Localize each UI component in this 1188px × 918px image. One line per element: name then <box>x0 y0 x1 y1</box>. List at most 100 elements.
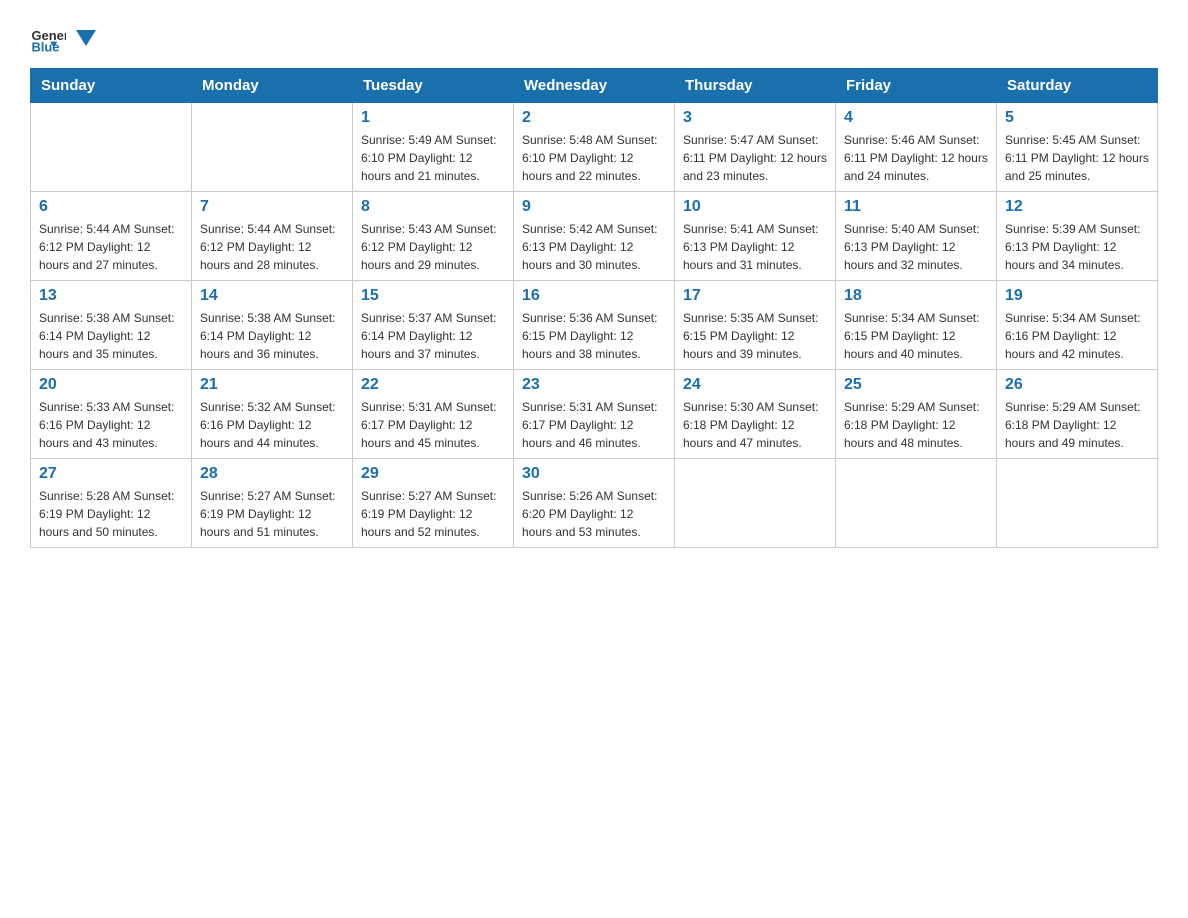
day-number: 5 <box>1005 109 1149 127</box>
day-info: Sunrise: 5:41 AM Sunset: 6:13 PM Dayligh… <box>683 220 827 274</box>
calendar-cell: 7 Sunrise: 5:44 AM Sunset: 6:12 PM Daylig… <box>192 192 353 281</box>
day-number: 6 <box>39 198 183 216</box>
day-info: Sunrise: 5:30 AM Sunset: 6:18 PM Dayligh… <box>683 398 827 452</box>
day-number: 9 <box>522 198 666 216</box>
weekday-header-tuesday: Tuesday <box>353 69 514 103</box>
day-info: Sunrise: 5:26 AM Sunset: 6:20 PM Dayligh… <box>522 487 666 541</box>
weekday-header-friday: Friday <box>836 69 997 103</box>
calendar-body: 1 Sunrise: 5:49 AM Sunset: 6:10 PM Daylig… <box>31 103 1158 548</box>
day-number: 30 <box>522 465 666 483</box>
day-number: 22 <box>361 376 505 394</box>
calendar-cell: 21 Sunrise: 5:32 AM Sunset: 6:16 PM Dayli… <box>192 370 353 459</box>
calendar-cell: 28 Sunrise: 5:27 AM Sunset: 6:19 PM Dayli… <box>192 459 353 548</box>
day-number: 2 <box>522 109 666 127</box>
weekday-header-row: SundayMondayTuesdayWednesdayThursdayFrid… <box>31 69 1158 103</box>
weekday-header-saturday: Saturday <box>997 69 1158 103</box>
calendar-week-row: 13 Sunrise: 5:38 AM Sunset: 6:14 PM Dayli… <box>31 281 1158 370</box>
day-number: 10 <box>683 198 827 216</box>
day-info: Sunrise: 5:34 AM Sunset: 6:15 PM Dayligh… <box>844 309 988 363</box>
day-number: 3 <box>683 109 827 127</box>
day-number: 12 <box>1005 198 1149 216</box>
day-number: 11 <box>844 198 988 216</box>
day-info: Sunrise: 5:38 AM Sunset: 6:14 PM Dayligh… <box>200 309 344 363</box>
day-number: 1 <box>361 109 505 127</box>
calendar-cell: 6 Sunrise: 5:44 AM Sunset: 6:12 PM Daylig… <box>31 192 192 281</box>
calendar-cell: 2 Sunrise: 5:48 AM Sunset: 6:10 PM Daylig… <box>514 103 675 192</box>
day-number: 15 <box>361 287 505 305</box>
calendar-cell: 30 Sunrise: 5:26 AM Sunset: 6:20 PM Dayli… <box>514 459 675 548</box>
day-number: 18 <box>844 287 988 305</box>
calendar-cell <box>192 103 353 192</box>
day-info: Sunrise: 5:31 AM Sunset: 6:17 PM Dayligh… <box>361 398 505 452</box>
calendar-cell: 19Sunrise: 5:34 AM Sunset: 6:16 PM Dayli… <box>997 281 1158 370</box>
day-info: Sunrise: 5:32 AM Sunset: 6:16 PM Dayligh… <box>200 398 344 452</box>
weekday-header-thursday: Thursday <box>675 69 836 103</box>
day-number: 16 <box>522 287 666 305</box>
day-number: 28 <box>200 465 344 483</box>
logo-icon: General Blue <box>30 20 66 56</box>
calendar-cell: 8 Sunrise: 5:43 AM Sunset: 6:12 PM Daylig… <box>353 192 514 281</box>
logo: General Blue <box>30 20 96 56</box>
calendar-cell <box>836 459 997 548</box>
day-number: 27 <box>39 465 183 483</box>
day-info: Sunrise: 5:39 AM Sunset: 6:13 PM Dayligh… <box>1005 220 1149 274</box>
weekday-header-sunday: Sunday <box>31 69 192 103</box>
calendar-week-row: 1 Sunrise: 5:49 AM Sunset: 6:10 PM Daylig… <box>31 103 1158 192</box>
calendar-cell: 15 Sunrise: 5:37 AM Sunset: 6:14 PM Dayli… <box>353 281 514 370</box>
calendar-cell: 20 Sunrise: 5:33 AM Sunset: 6:16 PM Dayli… <box>31 370 192 459</box>
calendar-cell: 14 Sunrise: 5:38 AM Sunset: 6:14 PM Dayli… <box>192 281 353 370</box>
day-number: 20 <box>39 376 183 394</box>
calendar-cell: 16 Sunrise: 5:36 AM Sunset: 6:15 PM Dayli… <box>514 281 675 370</box>
calendar-cell: 23 Sunrise: 5:31 AM Sunset: 6:17 PM Dayli… <box>514 370 675 459</box>
calendar-table: SundayMondayTuesdayWednesdayThursdayFrid… <box>30 68 1158 548</box>
calendar-header: SundayMondayTuesdayWednesdayThursdayFrid… <box>31 69 1158 103</box>
day-info: Sunrise: 5:33 AM Sunset: 6:16 PM Dayligh… <box>39 398 183 452</box>
day-number: 17 <box>683 287 827 305</box>
day-number: 26 <box>1005 376 1149 394</box>
day-number: 14 <box>200 287 344 305</box>
calendar-cell: 26 Sunrise: 5:29 AM Sunset: 6:18 PM Dayli… <box>997 370 1158 459</box>
calendar-cell: 18 Sunrise: 5:34 AM Sunset: 6:15 PM Dayli… <box>836 281 997 370</box>
weekday-header-monday: Monday <box>192 69 353 103</box>
day-info: Sunrise: 5:48 AM Sunset: 6:10 PM Dayligh… <box>522 131 666 185</box>
svg-text:Blue: Blue <box>31 40 59 55</box>
day-info: Sunrise: 5:43 AM Sunset: 6:12 PM Dayligh… <box>361 220 505 274</box>
logo-triangle-icon <box>76 30 96 46</box>
calendar-cell: 9 Sunrise: 5:42 AM Sunset: 6:13 PM Daylig… <box>514 192 675 281</box>
day-info: Sunrise: 5:27 AM Sunset: 6:19 PM Dayligh… <box>361 487 505 541</box>
day-number: 23 <box>522 376 666 394</box>
day-info: Sunrise: 5:49 AM Sunset: 6:10 PM Dayligh… <box>361 131 505 185</box>
day-info: Sunrise: 5:38 AM Sunset: 6:14 PM Dayligh… <box>39 309 183 363</box>
day-info: Sunrise: 5:46 AM Sunset: 6:11 PM Dayligh… <box>844 131 988 185</box>
day-info: Sunrise: 5:27 AM Sunset: 6:19 PM Dayligh… <box>200 487 344 541</box>
calendar-cell: 4 Sunrise: 5:46 AM Sunset: 6:11 PM Daylig… <box>836 103 997 192</box>
day-number: 21 <box>200 376 344 394</box>
day-info: Sunrise: 5:44 AM Sunset: 6:12 PM Dayligh… <box>39 220 183 274</box>
day-info: Sunrise: 5:36 AM Sunset: 6:15 PM Dayligh… <box>522 309 666 363</box>
calendar-cell: 11 Sunrise: 5:40 AM Sunset: 6:13 PM Dayli… <box>836 192 997 281</box>
day-info: Sunrise: 5:44 AM Sunset: 6:12 PM Dayligh… <box>200 220 344 274</box>
calendar-cell: 25Sunrise: 5:29 AM Sunset: 6:18 PM Dayli… <box>836 370 997 459</box>
calendar-cell <box>675 459 836 548</box>
calendar-cell: 1 Sunrise: 5:49 AM Sunset: 6:10 PM Daylig… <box>353 103 514 192</box>
day-number: 4 <box>844 109 988 127</box>
calendar-cell: 5 Sunrise: 5:45 AM Sunset: 6:11 PM Daylig… <box>997 103 1158 192</box>
day-info: Sunrise: 5:29 AM Sunset: 6:18 PM Dayligh… <box>1005 398 1149 452</box>
calendar-cell: 29Sunrise: 5:27 AM Sunset: 6:19 PM Dayli… <box>353 459 514 548</box>
day-number: 13 <box>39 287 183 305</box>
day-info: Sunrise: 5:31 AM Sunset: 6:17 PM Dayligh… <box>522 398 666 452</box>
calendar-cell: 10 Sunrise: 5:41 AM Sunset: 6:13 PM Dayli… <box>675 192 836 281</box>
day-info: Sunrise: 5:42 AM Sunset: 6:13 PM Dayligh… <box>522 220 666 274</box>
day-number: 8 <box>361 198 505 216</box>
day-info: Sunrise: 5:28 AM Sunset: 6:19 PM Dayligh… <box>39 487 183 541</box>
day-number: 24 <box>683 376 827 394</box>
calendar-cell: 17Sunrise: 5:35 AM Sunset: 6:15 PM Dayli… <box>675 281 836 370</box>
day-info: Sunrise: 5:45 AM Sunset: 6:11 PM Dayligh… <box>1005 131 1149 185</box>
day-info: Sunrise: 5:34 AM Sunset: 6:16 PM Dayligh… <box>1005 309 1149 363</box>
day-number: 7 <box>200 198 344 216</box>
calendar-week-row: 20 Sunrise: 5:33 AM Sunset: 6:16 PM Dayli… <box>31 370 1158 459</box>
day-info: Sunrise: 5:40 AM Sunset: 6:13 PM Dayligh… <box>844 220 988 274</box>
day-info: Sunrise: 5:37 AM Sunset: 6:14 PM Dayligh… <box>361 309 505 363</box>
calendar-cell: 13 Sunrise: 5:38 AM Sunset: 6:14 PM Dayli… <box>31 281 192 370</box>
calendar-cell <box>997 459 1158 548</box>
